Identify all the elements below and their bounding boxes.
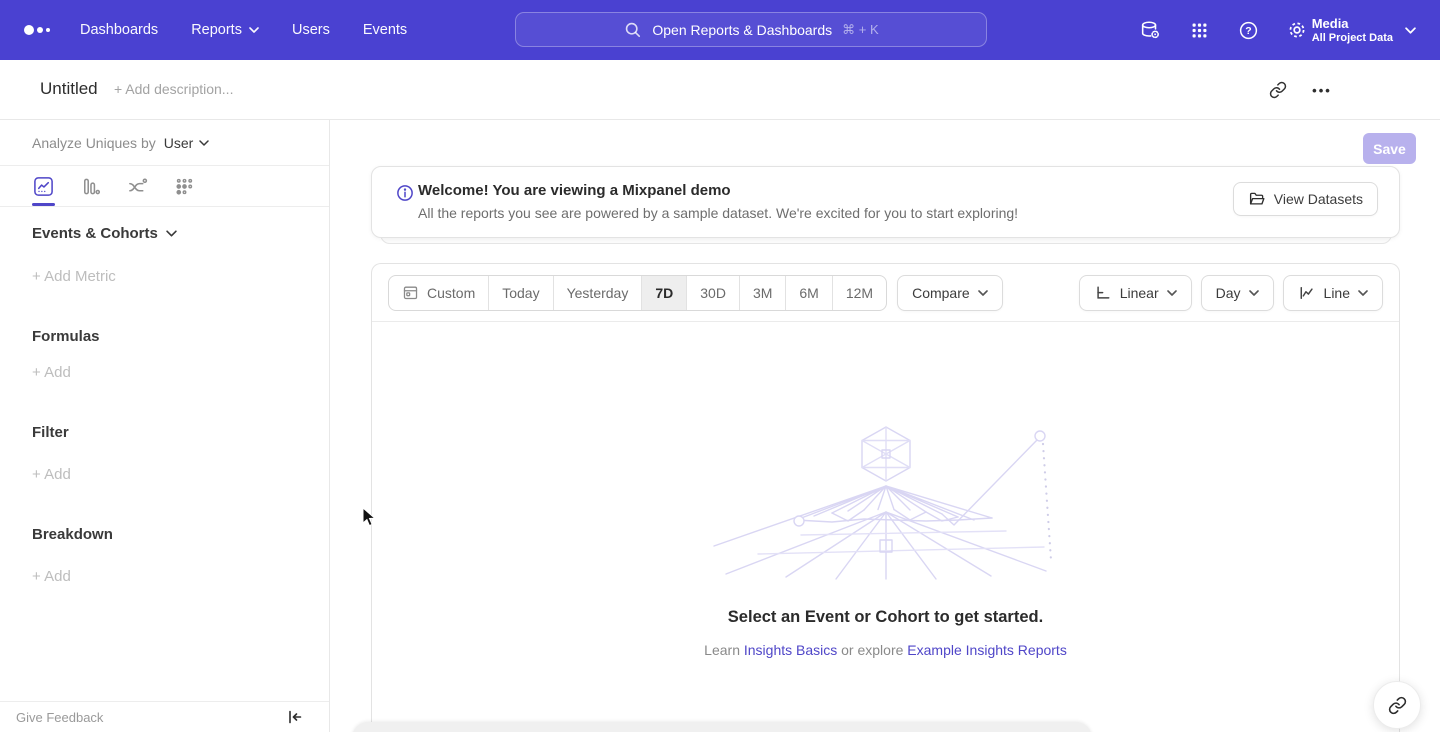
banner-title: Welcome! You are viewing a Mixpanel demo — [418, 182, 731, 199]
range-12m[interactable]: 12M — [832, 276, 886, 310]
search-shortcut: ⌘ + K — [842, 22, 879, 38]
sidebar-footer: Give Feedback — [0, 701, 329, 732]
report-card: Custom Today Yesterday 7D 30D 3M 6M 12M … — [371, 263, 1400, 732]
empty-state-subtitle: Learn Insights Basics or explore Example… — [704, 642, 1067, 658]
chart-controls: Linear Day Line — [1079, 275, 1383, 311]
copy-link-icon[interactable] — [1268, 80, 1288, 100]
date-range-segmented-control: Custom Today Yesterday 7D 30D 3M 6M 12M — [388, 275, 887, 311]
calendar-icon — [402, 284, 419, 301]
scale-dropdown[interactable]: Linear — [1079, 275, 1192, 311]
report-toolbar: Custom Today Yesterday 7D 30D 3M 6M 12M … — [372, 264, 1399, 322]
analyze-value-dropdown[interactable]: User — [164, 135, 210, 151]
folder-icon — [1248, 190, 1266, 208]
range-7d-selected[interactable]: 7D — [641, 276, 686, 310]
tab-flow-chart[interactable] — [127, 176, 148, 197]
chevron-down-icon — [978, 290, 988, 296]
nav-icon-group: ? — [1139, 0, 1308, 60]
chevron-down-icon — [1249, 290, 1259, 296]
chevron-down-icon — [1405, 27, 1416, 34]
chart-empty-state: Select an Event or Cohort to get started… — [372, 322, 1399, 658]
project-switcher[interactable]: Media All Project Data — [1312, 0, 1416, 60]
events-cohorts-section[interactable]: Events & Cohorts — [32, 225, 177, 242]
apps-grid-icon[interactable] — [1188, 19, 1210, 41]
view-datasets-button[interactable]: View Datasets — [1233, 182, 1378, 216]
analyze-label: Analyze Uniques by — [32, 135, 156, 151]
help-icon[interactable]: ? — [1237, 19, 1259, 41]
search-placeholder: Open Reports & Dashboards — [652, 22, 832, 38]
chart-type-tabs — [0, 166, 329, 207]
project-scope: All Project Data — [1312, 31, 1393, 45]
mixpanel-app: Dashboards Reports Users Events Open Rep… — [0, 0, 1440, 732]
analyze-uniques-row: Analyze Uniques by User — [0, 120, 329, 166]
range-custom[interactable]: Custom — [389, 276, 488, 310]
query-sidebar: Analyze Uniques by User Events & Cohorts — [0, 120, 330, 732]
search-icon — [623, 20, 642, 39]
chevron-down-icon — [166, 230, 177, 237]
banner-body: All the reports you see are powered by a… — [418, 205, 1018, 221]
report-header: Untitled + Add description... ••• Save — [0, 60, 1440, 120]
range-6m[interactable]: 6M — [785, 276, 831, 310]
nav-events[interactable]: Events — [363, 22, 407, 38]
line-chart-icon — [1298, 284, 1316, 302]
range-30d[interactable]: 30D — [686, 276, 739, 310]
mixpanel-logo-icon[interactable] — [24, 0, 50, 60]
compare-dropdown[interactable]: Compare — [897, 275, 1003, 311]
top-nav: Dashboards Reports Users Events Open Rep… — [0, 0, 1440, 60]
formulas-section: Formulas — [32, 328, 100, 345]
range-3m[interactable]: 3M — [739, 276, 785, 310]
insights-basics-link[interactable]: Insights Basics — [744, 642, 837, 658]
breakdown-section: Breakdown — [32, 526, 113, 543]
add-filter-button[interactable]: + Add — [32, 466, 71, 483]
more-options-icon[interactable]: ••• — [1312, 80, 1332, 100]
add-metric-button[interactable]: + Add Metric — [32, 268, 116, 285]
primary-nav: Dashboards Reports Users Events — [80, 0, 407, 60]
selected-tab-underline — [32, 203, 55, 206]
chevron-down-icon — [1358, 290, 1368, 296]
filter-section: Filter — [32, 424, 69, 441]
give-feedback-link[interactable]: Give Feedback — [16, 710, 103, 725]
range-today[interactable]: Today — [488, 276, 552, 310]
chart-type-dropdown[interactable]: Line — [1283, 275, 1383, 311]
project-name: Media — [1312, 16, 1393, 31]
nav-dashboards[interactable]: Dashboards — [80, 22, 158, 38]
welcome-banner: Welcome! You are viewing a Mixpanel demo… — [371, 166, 1400, 238]
bottom-panel-peek[interactable] — [352, 722, 1092, 732]
add-breakdown-button[interactable]: + Add — [32, 568, 71, 585]
share-link-fab[interactable] — [1373, 681, 1421, 729]
nav-reports[interactable]: Reports — [191, 22, 259, 38]
tab-insights-line-chart[interactable] — [33, 176, 54, 197]
svg-text:?: ? — [1245, 25, 1251, 37]
settings-gear-icon[interactable] — [1286, 19, 1308, 41]
empty-state-illustration — [696, 424, 1076, 580]
empty-state-title: Select an Event or Cohort to get started… — [728, 608, 1043, 627]
collapse-sidebar-icon[interactable] — [287, 709, 303, 725]
chevron-down-icon — [249, 27, 259, 33]
nav-users[interactable]: Users — [292, 22, 330, 38]
global-search[interactable]: Open Reports & Dashboards ⌘ + K — [515, 12, 987, 47]
tab-bar-chart[interactable] — [80, 176, 101, 197]
chevron-down-icon — [199, 140, 209, 146]
data-management-icon[interactable] — [1139, 19, 1161, 41]
range-yesterday[interactable]: Yesterday — [553, 276, 642, 310]
report-title[interactable]: Untitled — [40, 79, 98, 99]
axis-scale-icon — [1094, 284, 1112, 302]
add-formula-button[interactable]: + Add — [32, 364, 71, 381]
report-description-placeholder[interactable]: + Add description... — [114, 81, 233, 97]
save-button[interactable]: Save — [1363, 133, 1416, 164]
info-icon — [396, 184, 414, 202]
link-icon — [1388, 696, 1407, 715]
example-insights-reports-link[interactable]: Example Insights Reports — [907, 642, 1067, 658]
chevron-down-icon — [1167, 290, 1177, 296]
interval-dropdown[interactable]: Day — [1201, 275, 1274, 311]
tab-metrics-grid[interactable] — [174, 176, 195, 197]
